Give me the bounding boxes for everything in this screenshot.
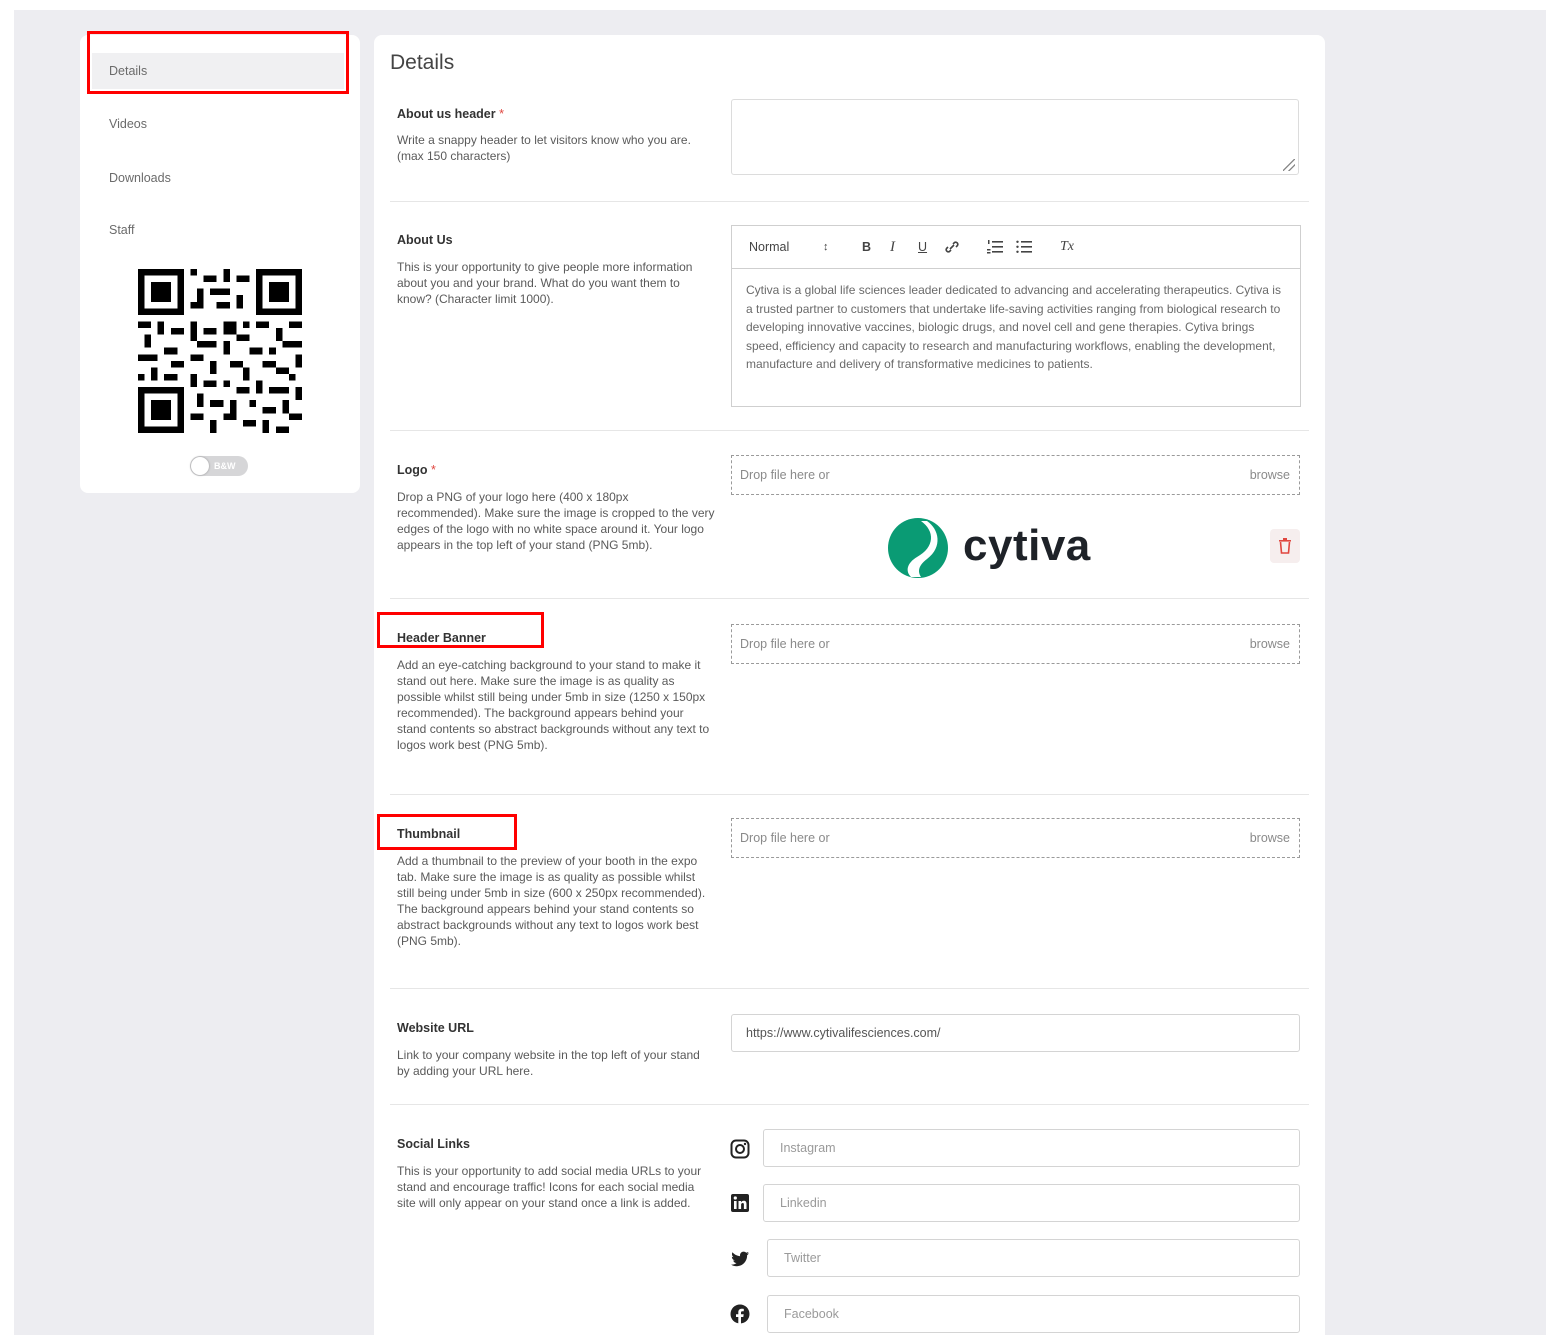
about-us-section: About Us This is your opportunity to giv… [390, 35, 1309, 431]
chevron-updown-icon[interactable]: ↕ [823, 226, 829, 268]
website-label: Website URL [397, 1021, 474, 1035]
format-select[interactable]: Normal [749, 226, 789, 268]
underline-button[interactable]: U [918, 226, 927, 268]
social-section: Social Links This is your opportunity to… [390, 1105, 1309, 1335]
thumbnail-description: Add a thumbnail to the preview of your b… [397, 854, 706, 948]
linkedin-icon [731, 1194, 749, 1212]
website-url-input[interactable] [731, 1014, 1300, 1052]
about-us-editor: Normal ↕ B I U Tx Cytiva is a global lif… [731, 225, 1301, 407]
sidebar: Details Videos Downloads Staff B&W [80, 35, 360, 493]
thumbnail-section: Thumbnail Add a thumbnail to the preview… [390, 795, 1309, 988]
logo-browse-link[interactable]: browse [1250, 456, 1290, 494]
bw-toggle[interactable]: B&W [190, 456, 248, 476]
website-description: Link to your company website in the top … [397, 1048, 700, 1078]
logo-label-text: Logo [397, 463, 428, 477]
thumbnail-dropzone[interactable]: Drop file here or browse [731, 818, 1300, 858]
italic-button[interactable]: I [890, 226, 895, 268]
cytiva-logo-icon [888, 518, 948, 578]
annotation-box-thumbnail [377, 814, 517, 850]
logo-preview: cytiva [887, 517, 1117, 581]
logo-section: Logo * Drop a PNG of your logo here (400… [390, 431, 1309, 599]
about-us-description: This is your opportunity to give people … [397, 260, 693, 306]
details-panel: Details About us header * Write a snappy… [374, 35, 1325, 1335]
about-us-label: About Us [397, 233, 453, 247]
facebook-input[interactable] [767, 1295, 1300, 1333]
bold-button[interactable]: B [862, 226, 871, 268]
about-us-content[interactable]: Cytiva is a global life sciences leader … [732, 269, 1300, 386]
logo-description: Drop a PNG of your logo here (400 x 180p… [397, 490, 715, 552]
logo-dropzone[interactable]: Drop file here or browse [731, 455, 1300, 495]
sidebar-item-downloads[interactable]: Downloads [92, 160, 344, 196]
drop-text: Drop file here or [740, 831, 830, 845]
required-mark: * [431, 463, 436, 477]
instagram-icon [730, 1139, 750, 1159]
toggle-label: B&W [214, 461, 236, 471]
trash-icon [1279, 538, 1291, 554]
linkedin-input[interactable] [763, 1184, 1300, 1222]
social-label: Social Links [397, 1137, 470, 1151]
header-banner-browse-link[interactable]: browse [1250, 625, 1290, 663]
annotation-box-details [87, 31, 349, 94]
website-section: Website URL Link to your company website… [390, 989, 1309, 1105]
sidebar-item-videos[interactable]: Videos [92, 106, 344, 142]
editor-toolbar: Normal ↕ B I U Tx [732, 226, 1300, 269]
qr-code [138, 269, 302, 433]
bullet-list-icon[interactable] [1016, 240, 1032, 254]
twitter-icon [731, 1251, 749, 1267]
delete-logo-button[interactable] [1270, 529, 1300, 563]
annotation-box-header-banner [377, 612, 544, 648]
social-description: This is your opportunity to add social m… [397, 1164, 702, 1210]
header-banner-description: Add an eye-catching background to your s… [397, 658, 710, 752]
twitter-input[interactable] [767, 1239, 1300, 1277]
instagram-input[interactable] [763, 1129, 1300, 1167]
drop-text: Drop file here or [740, 637, 830, 651]
logo-label: Logo * [397, 463, 436, 477]
facebook-icon [730, 1304, 750, 1324]
header-banner-dropzone[interactable]: Drop file here or browse [731, 624, 1300, 664]
sidebar-item-staff[interactable]: Staff [92, 212, 344, 248]
drop-text: Drop file here or [740, 468, 830, 482]
thumbnail-browse-link[interactable]: browse [1250, 819, 1290, 857]
toggle-knob [191, 457, 209, 475]
ordered-list-icon[interactable] [987, 240, 1003, 254]
logo-wordmark: cytiva [963, 521, 1091, 570]
link-icon[interactable] [944, 240, 960, 254]
clear-format-button[interactable]: Tx [1060, 226, 1074, 268]
